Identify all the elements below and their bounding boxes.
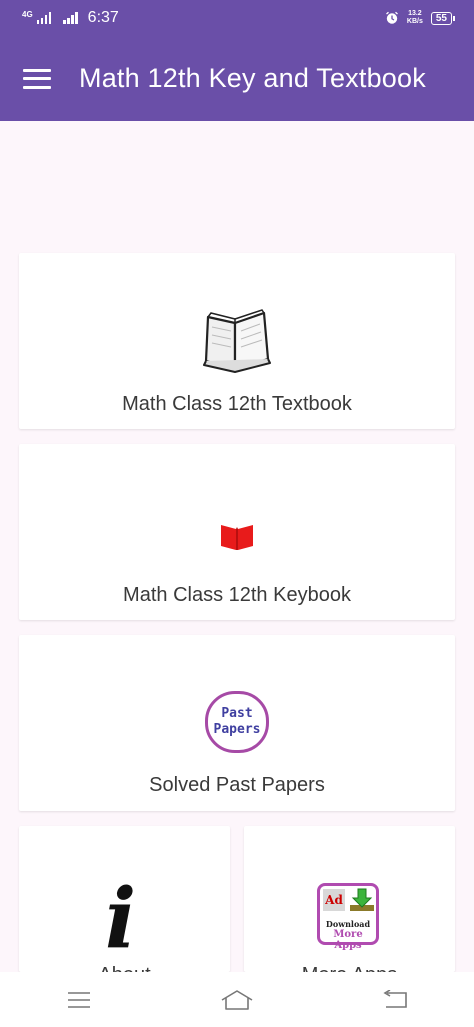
app-title: Math 12th Key and Textbook (79, 63, 426, 93)
back-nav-button[interactable] (365, 980, 425, 1020)
signal-icon-2 (63, 12, 78, 24)
past-papers-icon-line1: Past (221, 706, 253, 721)
home-icon (221, 989, 253, 1010)
more-apps-label: More Apps (244, 964, 455, 972)
menu-lines-icon (68, 991, 90, 1008)
ad-icon: Ad (323, 889, 345, 911)
about-card[interactable]: i About (19, 826, 230, 972)
back-icon (383, 989, 407, 1008)
textbook-card[interactable]: Math Class 12th Textbook (19, 253, 455, 429)
keybook-label: Math Class 12th Keybook (123, 584, 351, 606)
menu-nav-button[interactable] (49, 980, 109, 1020)
app-bar: Math 12th Key and Textbook (0, 36, 474, 121)
red-book-icon (221, 525, 253, 550)
speed-unit: KB/s (406, 18, 423, 25)
past-papers-icon-line2: Papers (213, 722, 261, 737)
more-apps-card[interactable]: Ad Download More Apps More Apps (244, 826, 455, 972)
network-speed: 13.2 KB/s (407, 10, 423, 26)
keybook-card[interactable]: Math Class 12th Keybook (19, 444, 455, 620)
network-type: 4G (22, 10, 33, 19)
download-text: Download (325, 919, 371, 929)
menu-icon[interactable] (23, 68, 51, 89)
status-time: 6:37 (87, 9, 119, 26)
signal-icon (36, 12, 52, 24)
bottom-nav (0, 972, 474, 1027)
past-papers-card[interactable]: Past Papers Solved Past Papers (19, 635, 455, 811)
status-left: 4G 6:37 (22, 9, 119, 27)
battery-icon: 55 (430, 11, 456, 25)
info-icon: i (105, 871, 137, 967)
more-apps-icon: Ad Download More Apps (317, 883, 379, 951)
status-right: 13.2 KB/s 55 (385, 10, 456, 26)
download-arrow-icon (350, 888, 374, 911)
open-book-icon (203, 309, 271, 373)
alarm-icon (386, 11, 398, 24)
home-nav-button[interactable] (207, 980, 267, 1020)
past-papers-icon: Past Papers (205, 691, 269, 753)
past-papers-label: Solved Past Papers (149, 774, 325, 796)
textbook-label: Math Class 12th Textbook (122, 393, 352, 415)
more-apps-text: More Apps (333, 929, 363, 951)
speed-value: 13.2 (408, 10, 422, 17)
about-label: About (19, 964, 230, 972)
status-bar: 4G 6:37 13.2 KB/s 55 (0, 0, 474, 36)
